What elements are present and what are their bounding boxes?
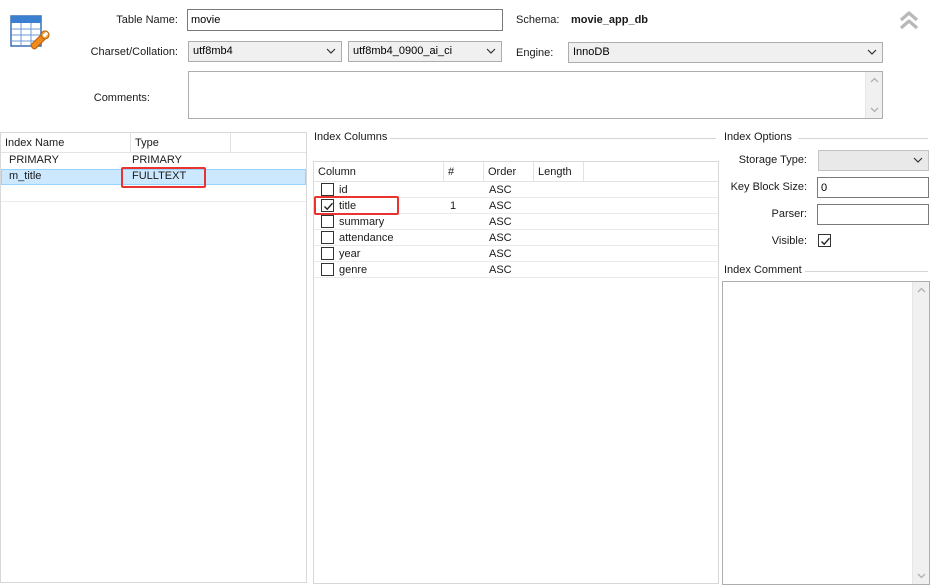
column-header-length[interactable]: Length: [534, 162, 584, 182]
index-list-grid[interactable]: Index Name Type PRIMARY PRIMARY m_title …: [0, 132, 307, 583]
collapse-up-icon[interactable]: [897, 8, 921, 32]
scroll-down-icon[interactable]: [917, 571, 926, 580]
charset-label: Charset/Collation:: [90, 46, 178, 58]
column-order-cell: ASC: [489, 200, 512, 212]
index-column-row[interactable]: year ASC: [314, 246, 718, 262]
title-column-highlight-box: [314, 196, 399, 215]
comments-scrollbar[interactable]: [865, 72, 882, 118]
parser-input[interactable]: [817, 204, 929, 225]
visible-checkbox[interactable]: [818, 234, 831, 247]
index-comment-title: Index Comment: [724, 264, 806, 276]
index-type-column-header[interactable]: Type: [131, 133, 231, 153]
table-editor-icon: [8, 12, 52, 56]
key-block-size-input[interactable]: [817, 177, 929, 198]
index-comment-scrollbar[interactable]: [912, 282, 929, 584]
parser-label: Parser:: [771, 208, 807, 220]
index-options-title: Index Options: [724, 131, 796, 143]
column-name-cell: year: [339, 248, 361, 260]
column-checkbox[interactable]: [321, 263, 334, 276]
storage-type-label: Storage Type:: [738, 154, 807, 166]
group-divider: [390, 138, 716, 139]
table-name-label: Table Name:: [116, 14, 178, 26]
column-header-order[interactable]: Order: [484, 162, 534, 182]
comments-textarea[interactable]: [188, 71, 883, 119]
table-name-input[interactable]: [187, 9, 503, 31]
column-checkbox[interactable]: [321, 215, 334, 228]
index-type-cell: PRIMARY: [132, 154, 182, 166]
schema-value: movie_app_db: [571, 14, 649, 26]
index-column-row[interactable]: summary ASC: [314, 214, 718, 230]
column-order-cell: ASC: [489, 248, 512, 260]
index-name-column-header[interactable]: Index Name: [1, 133, 131, 153]
column-number-cell: 1: [450, 200, 457, 212]
grid-divider: [1, 201, 306, 202]
engine-select[interactable]: InnoDB: [568, 42, 883, 63]
chevron-down-icon: [913, 157, 923, 163]
index-columns-title: Index Columns: [314, 131, 392, 143]
chevron-down-icon: [326, 48, 336, 54]
scroll-up-icon[interactable]: [917, 286, 926, 295]
column-checkbox[interactable]: [321, 231, 334, 244]
group-divider: [805, 271, 928, 272]
group-divider: [798, 138, 928, 139]
chevron-down-icon: [486, 48, 496, 54]
checkmark-icon: [821, 237, 831, 246]
column-header-column[interactable]: Column: [314, 162, 444, 182]
collation-select[interactable]: utf8mb4_0900_ai_ci: [348, 41, 502, 62]
comments-label: Comments:: [93, 92, 150, 104]
column-order-cell: ASC: [489, 216, 512, 228]
storage-type-select[interactable]: [818, 150, 929, 171]
column-name-cell: summary: [339, 216, 385, 228]
index-comment-textarea[interactable]: [722, 281, 930, 585]
charset-select[interactable]: utf8mb4: [188, 41, 342, 62]
visible-label: Visible:: [771, 235, 807, 247]
column-name-cell: genre: [339, 264, 368, 276]
index-columns-grid[interactable]: Column # Order Length id ASC title 1 ASC summ…: [313, 161, 719, 584]
column-name-cell: id: [339, 184, 348, 196]
charset-value: utf8mb4: [193, 45, 233, 57]
scroll-up-icon[interactable]: [870, 76, 879, 85]
schema-label: Schema:: [516, 14, 560, 26]
index-column-row[interactable]: genre ASC: [314, 262, 718, 278]
index-name-cell: m_title: [9, 170, 42, 182]
collation-value: utf8mb4_0900_ai_ci: [353, 45, 453, 57]
row-divider: [314, 277, 718, 278]
column-checkbox[interactable]: [321, 247, 334, 260]
index-name-cell: PRIMARY: [9, 154, 59, 166]
fulltext-highlight-box: [121, 167, 206, 188]
index-column-row[interactable]: attendance ASC: [314, 230, 718, 246]
column-order-cell: ASC: [489, 184, 512, 196]
column-name-cell: attendance: [339, 232, 394, 244]
scroll-down-icon[interactable]: [870, 105, 879, 114]
chevron-down-icon: [867, 49, 877, 55]
engine-label: Engine:: [516, 47, 554, 59]
column-order-cell: ASC: [489, 264, 512, 276]
column-checkbox[interactable]: [321, 183, 334, 196]
column-header-number[interactable]: #: [444, 162, 484, 182]
index-columns-header: Column # Order Length: [314, 162, 718, 182]
engine-value: InnoDB: [573, 46, 610, 58]
column-order-cell: ASC: [489, 232, 512, 244]
key-block-size-label: Key Block Size:: [730, 181, 807, 193]
index-grid-header: Index Name Type: [1, 133, 306, 153]
